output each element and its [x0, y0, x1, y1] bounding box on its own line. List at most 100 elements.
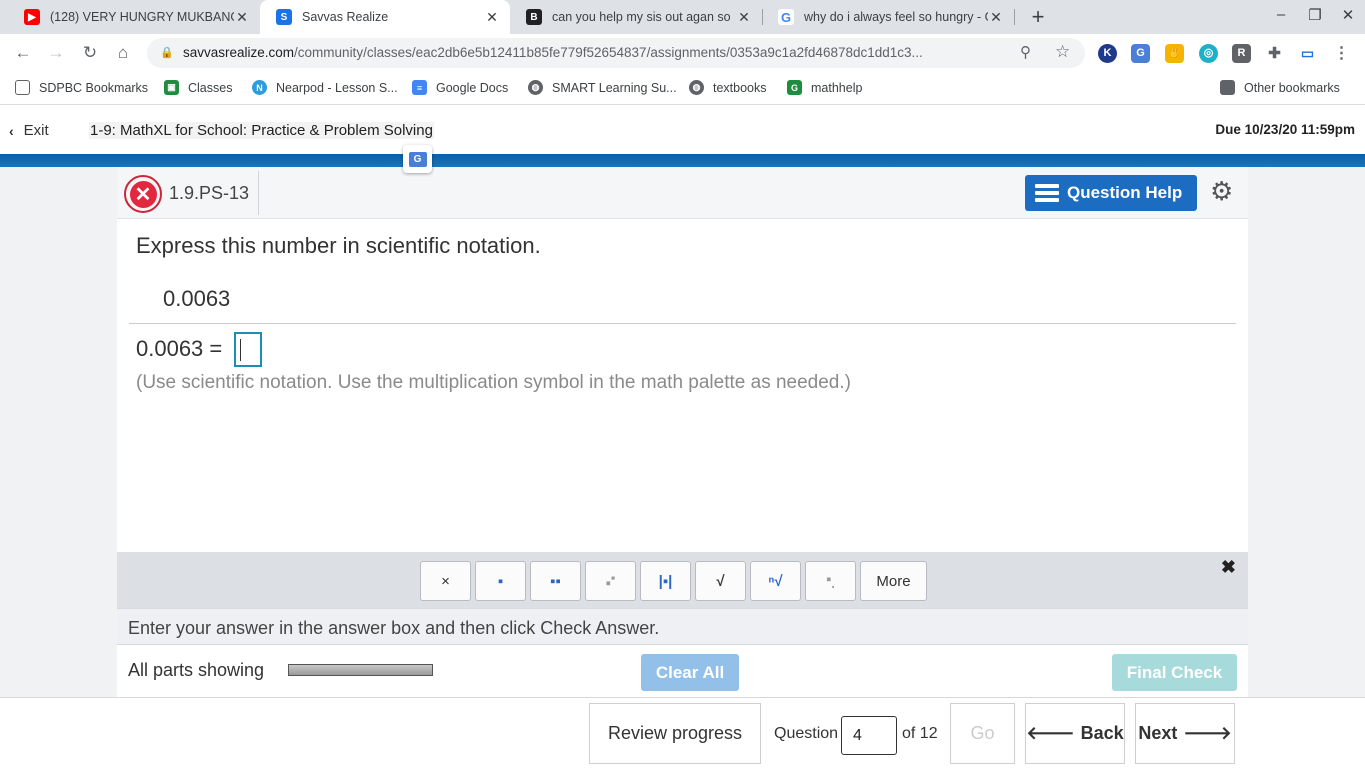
arrow-right-icon: 🡒: [1183, 723, 1232, 743]
next-button[interactable]: Next 🡒: [1135, 703, 1235, 764]
bookmark-label: textbooks: [713, 80, 767, 95]
browser-toolbar: ← → ↻ ⌂ 🔒 savvasrealize.com/community/cl…: [0, 34, 1365, 72]
bookmark-sdpbc[interactable]: SDPBC Bookmarks: [15, 80, 148, 95]
lock-icon: 🔒: [160, 47, 174, 59]
address-bar[interactable]: 🔒 savvasrealize.com/community/classes/ea…: [147, 38, 1085, 68]
browser-tab-youtube[interactable]: ▶ (128) VERY HUNGRY MUKBANG! ✕: [8, 0, 260, 34]
new-tab-icon[interactable]: +: [1026, 4, 1050, 30]
extension-globe-icon[interactable]: ◎: [1199, 44, 1218, 63]
other-bookmarks[interactable]: Other bookmarks: [1220, 80, 1340, 95]
review-progress-button[interactable]: Review progress: [589, 703, 761, 764]
bookmark-classes[interactable]: ▣ Classes: [164, 80, 232, 95]
bookmark-smart[interactable]: ◍ SMART Learning Su...: [528, 80, 677, 95]
extension-r-icon[interactable]: R: [1232, 44, 1251, 63]
question-divider: [129, 323, 1236, 324]
tab-title: (128) VERY HUNGRY MUKBANG!: [50, 10, 234, 24]
browser-tab-savvas[interactable]: S Savvas Realize ✕: [260, 0, 510, 34]
mixed-number-button[interactable]: ▪▪: [530, 561, 581, 601]
question-panel: ✕ 1.9.PS-13 Question Help ⚙ Express this…: [117, 167, 1248, 697]
browser-tab-brainly[interactable]: B can you help my sis out agan so ✕: [510, 0, 762, 34]
final-check-button[interactable]: Final Check: [1112, 654, 1237, 691]
globe-icon: ◍: [528, 80, 543, 95]
bookmark-textbooks[interactable]: ◍ textbooks: [689, 80, 767, 95]
question-help-button[interactable]: Question Help: [1025, 175, 1197, 211]
square-root-button[interactable]: √: [695, 561, 746, 601]
restore-icon[interactable]: ❐: [1305, 6, 1325, 24]
bookmark-mathhelp[interactable]: G mathhelp: [787, 80, 862, 95]
hand-icon[interactable]: ✋: [1165, 44, 1184, 63]
parts-progress-bar: [288, 664, 433, 676]
equation-lhs: 0.0063 =: [136, 336, 223, 361]
due-date: Due 10/23/20 11:59pm: [1215, 122, 1355, 137]
parts-showing-label: All parts showing: [128, 660, 265, 680]
exponent-button[interactable]: ▪▪: [585, 561, 636, 601]
close-tab-icon[interactable]: ✕: [234, 9, 250, 26]
subscript-button[interactable]: ▪.: [805, 561, 856, 601]
docs-icon: ≡: [412, 80, 427, 95]
exit-label: Exit: [23, 122, 49, 139]
nth-root-button[interactable]: ⁿ√: [750, 561, 801, 601]
zoom-icon[interactable]: ⚲: [1020, 43, 1031, 61]
header-divider-band: [0, 154, 1365, 167]
close-palette-icon[interactable]: ✖: [1221, 557, 1236, 578]
bookmark-label: Google Docs: [436, 80, 509, 95]
back-button[interactable]: 🡐 Back: [1025, 703, 1125, 764]
browser-tab-google[interactable]: G why do i always feel so hungry - G ✕: [762, 0, 1014, 34]
cast-icon[interactable]: ▭: [1298, 44, 1317, 63]
bookmark-label: Nearpod - Lesson S...: [276, 80, 398, 95]
answer-input[interactable]: [234, 332, 262, 367]
translate-popup-icon[interactable]: G: [403, 145, 432, 173]
fraction-button[interactable]: ▪: [475, 561, 526, 601]
browser-menu-icon[interactable]: ⋮: [1332, 44, 1351, 63]
gear-icon[interactable]: ⚙: [1210, 178, 1233, 204]
assignment-title: 1-9: MathXL for School: Practice & Probl…: [89, 122, 434, 139]
question-header: ✕ 1.9.PS-13 Question Help ⚙: [117, 167, 1248, 219]
bookmarks-bar: SDPBC Bookmarks ▣ Classes N Nearpod - Le…: [0, 72, 1365, 105]
question-number-input[interactable]: 4: [841, 716, 897, 755]
forward-arrow-icon[interactable]: →: [45, 42, 67, 64]
nearpod-icon: N: [252, 80, 267, 95]
tab-title: can you help my sis out agan so: [552, 10, 731, 24]
bookmark-nearpod[interactable]: N Nearpod - Lesson S...: [252, 80, 398, 95]
question-footer: Review progress Question 4 of 12 Go 🡐 Ba…: [0, 697, 1365, 768]
question-id: 1.9.PS-13: [169, 183, 250, 203]
close-tab-icon[interactable]: ✕: [988, 9, 1004, 26]
google-translate-icon[interactable]: G: [1131, 44, 1150, 63]
go-button[interactable]: Go: [950, 703, 1015, 764]
multiply-button[interactable]: ×: [420, 561, 471, 601]
close-tab-icon[interactable]: ✕: [736, 9, 752, 26]
assignment-header: ‹ Exit 1-9: MathXL for School: Practice …: [0, 106, 1365, 154]
home-icon[interactable]: ⌂: [112, 42, 134, 64]
exit-button[interactable]: ‹ Exit: [9, 122, 49, 139]
math-palette: × ▪ ▪▪ ▪▪ |▪| √ ⁿ√ ▪. More ✖: [117, 552, 1248, 608]
back-arrow-icon[interactable]: ←: [12, 42, 34, 64]
bookmark-label: SDPBC Bookmarks: [39, 80, 149, 95]
minimize-icon[interactable]: –: [1271, 6, 1291, 23]
bookmark-label: SMART Learning Su...: [552, 80, 677, 95]
globe-icon: ◍: [689, 80, 704, 95]
bookmark-google-docs[interactable]: ≡ Google Docs: [412, 80, 508, 95]
url-path: /community/classes/eac2db6e5b12411b85fe7…: [294, 45, 923, 60]
extension-k-icon[interactable]: K: [1098, 44, 1117, 63]
bookmark-star-icon[interactable]: ☆: [1055, 42, 1070, 62]
url-text[interactable]: savvasrealize.com/community/classes/eac2…: [183, 45, 1013, 60]
other-bookmarks-label: Other bookmarks: [1244, 80, 1340, 95]
header-divider: [258, 171, 259, 215]
google-icon: G: [778, 9, 794, 25]
close-tab-icon[interactable]: ✕: [484, 9, 500, 26]
url-host: savvasrealize.com: [183, 45, 295, 60]
reload-icon[interactable]: ↻: [79, 42, 101, 64]
more-button[interactable]: More: [860, 561, 927, 601]
clear-all-button[interactable]: Clear All: [641, 654, 739, 691]
tab-title: Savvas Realize: [302, 10, 389, 24]
extensions-puzzle-icon[interactable]: ✚: [1265, 44, 1284, 63]
question-help-label: Question Help: [1067, 183, 1183, 202]
tab-separator: [1014, 9, 1015, 25]
savvas-icon: S: [276, 9, 292, 25]
folder-icon: [15, 80, 30, 95]
instruction-bar: Enter your answer in the answer box and …: [117, 608, 1248, 645]
window-close-icon[interactable]: ✕: [1338, 6, 1358, 24]
absolute-value-button[interactable]: |▪|: [640, 561, 691, 601]
list-icon: [1035, 184, 1059, 202]
bookmark-label: Classes: [188, 80, 233, 95]
